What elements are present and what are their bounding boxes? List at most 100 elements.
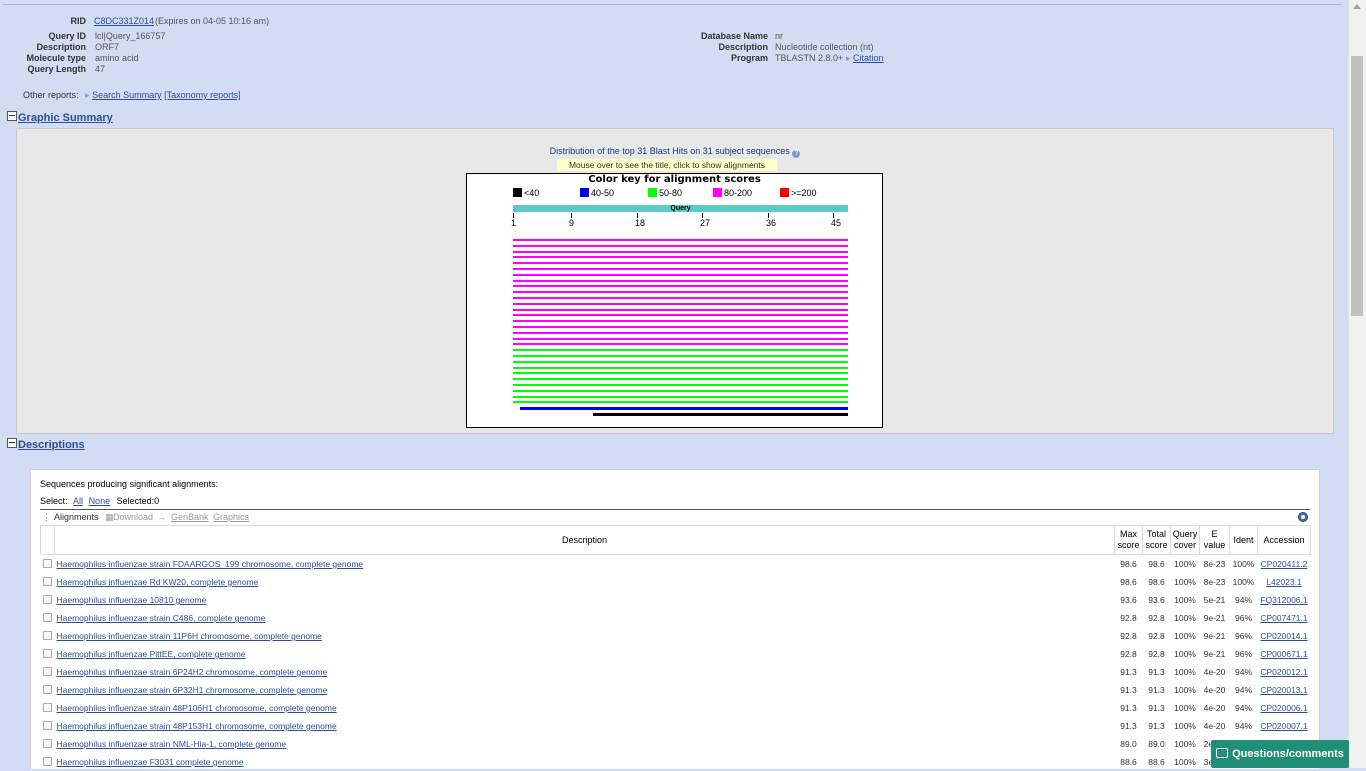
row-checkbox[interactable] bbox=[41, 609, 55, 627]
description-link[interactable]: Haemophilus influenzae Rd KW20, complete… bbox=[57, 577, 259, 587]
row-accession[interactable]: CP020013.1 bbox=[1258, 681, 1311, 699]
row-accession[interactable]: CP000671.1 bbox=[1258, 645, 1311, 663]
select-all-link[interactable]: All bbox=[73, 496, 83, 506]
description-link[interactable]: Haemophilus influenzae strain NML-Hia-1,… bbox=[57, 739, 287, 749]
row-description[interactable]: Haemophilus influenzae strain 6P32H1 chr… bbox=[55, 681, 1115, 699]
questions-comments-button[interactable]: Questions/comments bbox=[1211, 740, 1349, 768]
accession-link[interactable]: CP020012.1 bbox=[1260, 667, 1307, 677]
description-link[interactable]: Haemophilus influenzae F3031 complete ge… bbox=[57, 757, 244, 767]
alignment-hit-bar[interactable] bbox=[513, 302, 848, 305]
row-description[interactable]: Haemophilus influenzae strain 6P24H2 chr… bbox=[55, 663, 1115, 681]
row-checkbox[interactable] bbox=[41, 699, 55, 717]
alignment-hit-bar[interactable] bbox=[513, 239, 848, 241]
row-accession[interactable]: CP020012.1 bbox=[1258, 663, 1311, 681]
alignment-hit-bar[interactable] bbox=[513, 384, 848, 386]
row-checkbox[interactable] bbox=[41, 663, 55, 681]
accession-link[interactable]: FQ312006.1 bbox=[1260, 595, 1307, 605]
table-row[interactable]: Haemophilus influenzae strain NML-Hia-1,… bbox=[41, 735, 1311, 753]
alignment-hit-bar[interactable] bbox=[513, 273, 848, 276]
alignment-hit-bar[interactable] bbox=[513, 372, 848, 375]
query-cover-column-header[interactable]: Query cover bbox=[1170, 525, 1200, 555]
total-score-column-header[interactable]: Total score bbox=[1142, 525, 1171, 555]
row-checkbox[interactable] bbox=[41, 735, 55, 753]
search-summary-link[interactable]: Search Summary bbox=[92, 90, 162, 100]
alignment-hit-bar[interactable] bbox=[513, 326, 848, 328]
download-button[interactable]: Download bbox=[113, 512, 153, 522]
table-row[interactable]: Haemophilus influenzae strain 48P153H1 c… bbox=[41, 717, 1311, 735]
row-description[interactable]: Haemophilus influenzae strain FDAARGOS_1… bbox=[55, 555, 1115, 574]
accession-link[interactable]: CP020013.1 bbox=[1260, 685, 1307, 695]
e-value-column-header[interactable]: Evalue bbox=[1199, 525, 1230, 555]
row-description[interactable]: Haemophilus influenzae 10810 genome bbox=[55, 591, 1115, 609]
accession-link[interactable]: L42023.1 bbox=[1266, 577, 1301, 587]
description-link[interactable]: Haemophilus influenzae strain 48P106H1 c… bbox=[57, 703, 337, 713]
alignment-hit-bar[interactable] bbox=[513, 355, 848, 357]
accession-link[interactable]: CP020006.1 bbox=[1260, 703, 1307, 713]
table-row[interactable]: Haemophilus influenzae 10810 genome 93.6 9… bbox=[41, 591, 1311, 609]
row-checkbox[interactable] bbox=[41, 591, 55, 609]
table-row[interactable]: Haemophilus influenzae strain 48P106H1 c… bbox=[41, 699, 1311, 717]
description-link[interactable]: Haemophilus influenzae 10810 genome bbox=[57, 595, 207, 605]
alignment-hit-bar[interactable] bbox=[513, 378, 848, 381]
description-link[interactable]: Haemophilus influenzae strain 11P6H chro… bbox=[57, 631, 322, 641]
alignment-hit-bar[interactable] bbox=[513, 244, 848, 247]
row-checkbox[interactable] bbox=[41, 555, 55, 574]
row-checkbox[interactable] bbox=[41, 681, 55, 699]
taxonomy-reports-link[interactable]: [Taxonomy reports] bbox=[164, 90, 241, 100]
description-link[interactable]: Haemophilus influenzae strain 48P153H1 c… bbox=[57, 721, 337, 731]
alignments-button[interactable]: Alignments bbox=[54, 512, 99, 522]
row-accession[interactable]: CP020411.2 bbox=[1258, 555, 1311, 574]
row-accession[interactable]: L42023.1 bbox=[1258, 573, 1311, 591]
row-accession[interactable]: CP020014.1 bbox=[1258, 627, 1311, 645]
table-row[interactable]: Haemophilus influenzae F3031 complete ge… bbox=[41, 753, 1311, 771]
alignment-hit-bar[interactable] bbox=[513, 389, 848, 392]
scrollbar-thumb[interactable] bbox=[1351, 56, 1363, 316]
table-row[interactable]: Haemophilus influenzae strain 6P24H2 chr… bbox=[41, 663, 1311, 681]
table-row[interactable]: Haemophilus influenzae strain 6P32H1 chr… bbox=[41, 681, 1311, 699]
table-row[interactable]: Haemophilus influenzae Rd KW20, complete… bbox=[41, 573, 1311, 591]
table-row[interactable]: Haemophilus influenzae strain 11P6H chro… bbox=[41, 627, 1311, 645]
table-row[interactable]: Haemophilus influenzae strain C486, comp… bbox=[41, 609, 1311, 627]
row-accession[interactable]: FQ312006.1 bbox=[1258, 591, 1311, 609]
alignment-hit-bar[interactable] bbox=[513, 279, 848, 282]
row-description[interactable]: Haemophilus influenzae strain 11P6H chro… bbox=[55, 627, 1115, 645]
alignment-hit-bar[interactable] bbox=[513, 250, 848, 253]
drag-icon[interactable]: ⋮ bbox=[42, 512, 51, 523]
alignment-hit-bar[interactable] bbox=[513, 401, 848, 404]
descriptions-link[interactable]: Descriptions bbox=[18, 439, 85, 451]
description-link[interactable]: Haemophilus influenzae strain C486, comp… bbox=[57, 613, 266, 623]
citation-link[interactable]: Citation bbox=[853, 53, 884, 64]
alignment-hit-bar[interactable] bbox=[513, 297, 848, 299]
description-link[interactable]: Haemophilus influenzae strain 6P32H1 chr… bbox=[57, 685, 328, 695]
vertical-scrollbar[interactable] bbox=[1348, 0, 1366, 768]
row-checkbox[interactable] bbox=[41, 573, 55, 591]
alignment-hit-bar[interactable] bbox=[513, 256, 848, 259]
row-description[interactable]: Haemophilus influenzae Rd KW20, complete… bbox=[55, 573, 1115, 591]
alignment-hit-bar[interactable] bbox=[593, 413, 848, 416]
alignment-hit-bar[interactable] bbox=[513, 395, 848, 398]
max-score-column-header[interactable]: Max score bbox=[1114, 525, 1143, 555]
row-description[interactable]: Haemophilus influenzae strain C486, comp… bbox=[55, 609, 1115, 627]
help-icon[interactable]: ? bbox=[792, 150, 801, 158]
alignment-hit-bar[interactable] bbox=[513, 337, 848, 340]
row-checkbox[interactable] bbox=[41, 645, 55, 663]
alignment-hit-bar[interactable] bbox=[513, 314, 848, 317]
alignment-hit-bar[interactable] bbox=[513, 285, 848, 288]
alignment-hit-bar[interactable] bbox=[520, 407, 848, 411]
row-description[interactable]: Haemophilus influenzae strain 48P106H1 c… bbox=[55, 699, 1115, 717]
description-link[interactable]: Haemophilus influenzae strain 6P24H2 chr… bbox=[57, 667, 328, 677]
alignment-hit-bar[interactable] bbox=[513, 343, 848, 346]
row-checkbox[interactable] bbox=[41, 717, 55, 735]
row-checkbox[interactable] bbox=[41, 627, 55, 645]
alignment-hit-bar[interactable] bbox=[513, 268, 848, 270]
accession-link[interactable]: CP007471.1 bbox=[1260, 613, 1307, 623]
alignment-hit-bar[interactable] bbox=[513, 291, 848, 294]
row-description[interactable]: Haemophilus influenzae strain 48P153H1 c… bbox=[55, 717, 1115, 735]
scroll-up-arrow-icon[interactable] bbox=[1353, 4, 1361, 9]
row-accession[interactable]: CP020006.1 bbox=[1258, 699, 1311, 717]
graphics-link[interactable]: Graphics bbox=[213, 512, 249, 522]
table-row[interactable]: Haemophilus influenzae strain FDAARGOS_1… bbox=[41, 555, 1311, 574]
gear-icon[interactable] bbox=[1298, 512, 1308, 522]
description-link[interactable]: Haemophilus influenzae strain FDAARGOS_1… bbox=[57, 559, 364, 569]
rid-link[interactable]: C8DC331Z014 bbox=[94, 16, 154, 27]
